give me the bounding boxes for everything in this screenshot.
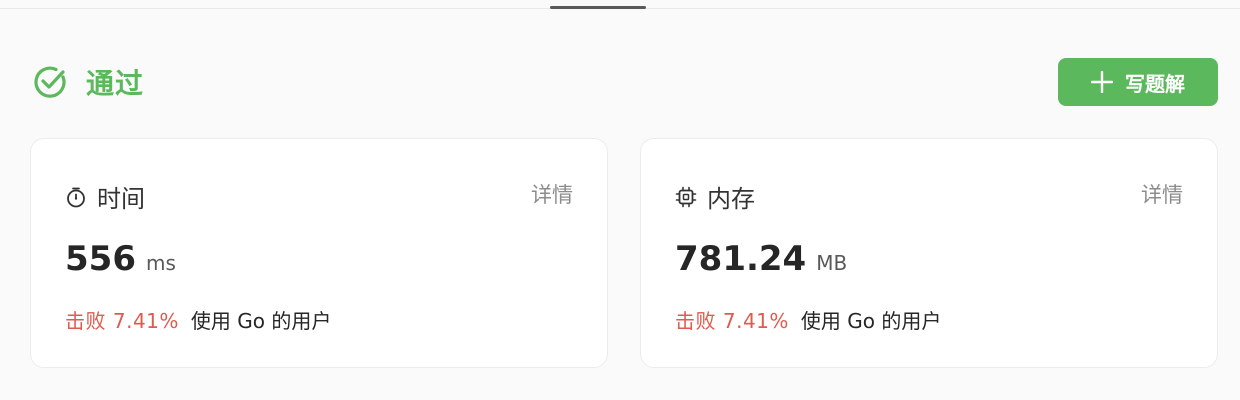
runtime-card: 时间 详情 556 ms 击败 7.41% 使用 Go 的用户 [30, 138, 608, 368]
active-tab-indicator [550, 6, 646, 9]
memory-card-header: 内存 [675, 179, 755, 214]
memory-details-link[interactable]: 详情 [1141, 179, 1183, 209]
runtime-unit: ms [145, 251, 176, 275]
memory-metric: 781.24 MB [675, 239, 847, 279]
stopwatch-icon [67, 187, 85, 207]
memory-beats-suffix: 使用 Go 的用户 [800, 309, 942, 333]
write-solution-button[interactable]: 写题解 [1058, 58, 1218, 106]
memory-title: 内存 [707, 185, 755, 213]
chip-icon [675, 186, 697, 207]
runtime-details-link[interactable]: 详情 [531, 179, 573, 209]
runtime-beats-label: 击败 7.41% [65, 309, 179, 333]
runtime-beats-suffix: 使用 Go 的用户 [190, 309, 332, 333]
submission-status: 通过 [32, 63, 144, 101]
memory-card: 内存 详情 781.24 MB 击败 7.41% 使用 Go 的用户 [640, 138, 1218, 368]
write-solution-label: 写题解 [1125, 71, 1185, 96]
runtime-card-header: 时间 [65, 179, 145, 214]
plus-icon [1091, 71, 1113, 93]
status-label: 通过 [86, 67, 145, 100]
memory-beats-label: 击败 7.41% [675, 309, 789, 333]
memory-beats: 击败 7.41% 使用 Go 的用户 [675, 305, 941, 334]
memory-unit: MB [816, 251, 848, 275]
runtime-beats: 击败 7.41% 使用 Go 的用户 [65, 305, 331, 334]
runtime-metric: 556 ms [65, 239, 176, 279]
runtime-title: 时间 [97, 185, 145, 213]
submission-result-page: 通过 写题解 时间 详情 556 ms 击败 7.41% 使用 Go 的用户 内… [0, 0, 1240, 400]
runtime-value: 556 [65, 239, 136, 279]
check-circle-icon [34, 66, 66, 98]
memory-value: 781.24 [675, 239, 807, 279]
